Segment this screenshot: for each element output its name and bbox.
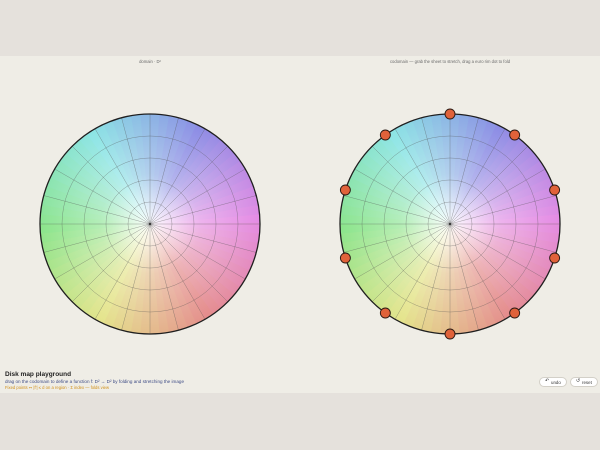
rim-handle[interactable] [549, 252, 561, 264]
center-point [148, 222, 152, 226]
reset-icon: ↺ [576, 378, 581, 384]
reset-button[interactable]: ↺ reset [570, 377, 598, 387]
rim-handle[interactable] [339, 184, 351, 196]
center-point [448, 222, 452, 226]
undo-arrow-icon: ↶ [545, 378, 550, 384]
rim-handle[interactable] [379, 129, 391, 141]
rim-handle[interactable] [444, 328, 456, 340]
undo-label: undo [551, 379, 561, 385]
reset-label: reset [582, 379, 592, 385]
app-subtitle: drag on the codomain to define a functio… [5, 379, 185, 384]
domain-disk [39, 113, 261, 335]
app-title: Disk map playground [5, 371, 72, 378]
rim-handle[interactable] [509, 307, 521, 319]
undo-button[interactable]: ↶ undo [539, 377, 567, 387]
rim-handle[interactable] [509, 129, 521, 141]
app-canvas: domain · D² codomain — grab the sheet to… [0, 56, 600, 393]
codomain-panel-label: codomain — grab the sheet to stretch, dr… [389, 59, 511, 64]
codomain-disk[interactable] [334, 106, 566, 342]
info-panel: Disk map playground drag on the codomain… [5, 371, 184, 390]
status-hint: Fixed points ↦ |f'| ≤ d on a region · Σ … [5, 385, 110, 390]
rim-handle[interactable] [379, 307, 391, 319]
domain-panel-label: domain · D² [139, 59, 161, 64]
rim-handle[interactable] [549, 184, 561, 196]
rim-handle[interactable] [444, 108, 456, 120]
rim-handle[interactable] [339, 252, 351, 264]
